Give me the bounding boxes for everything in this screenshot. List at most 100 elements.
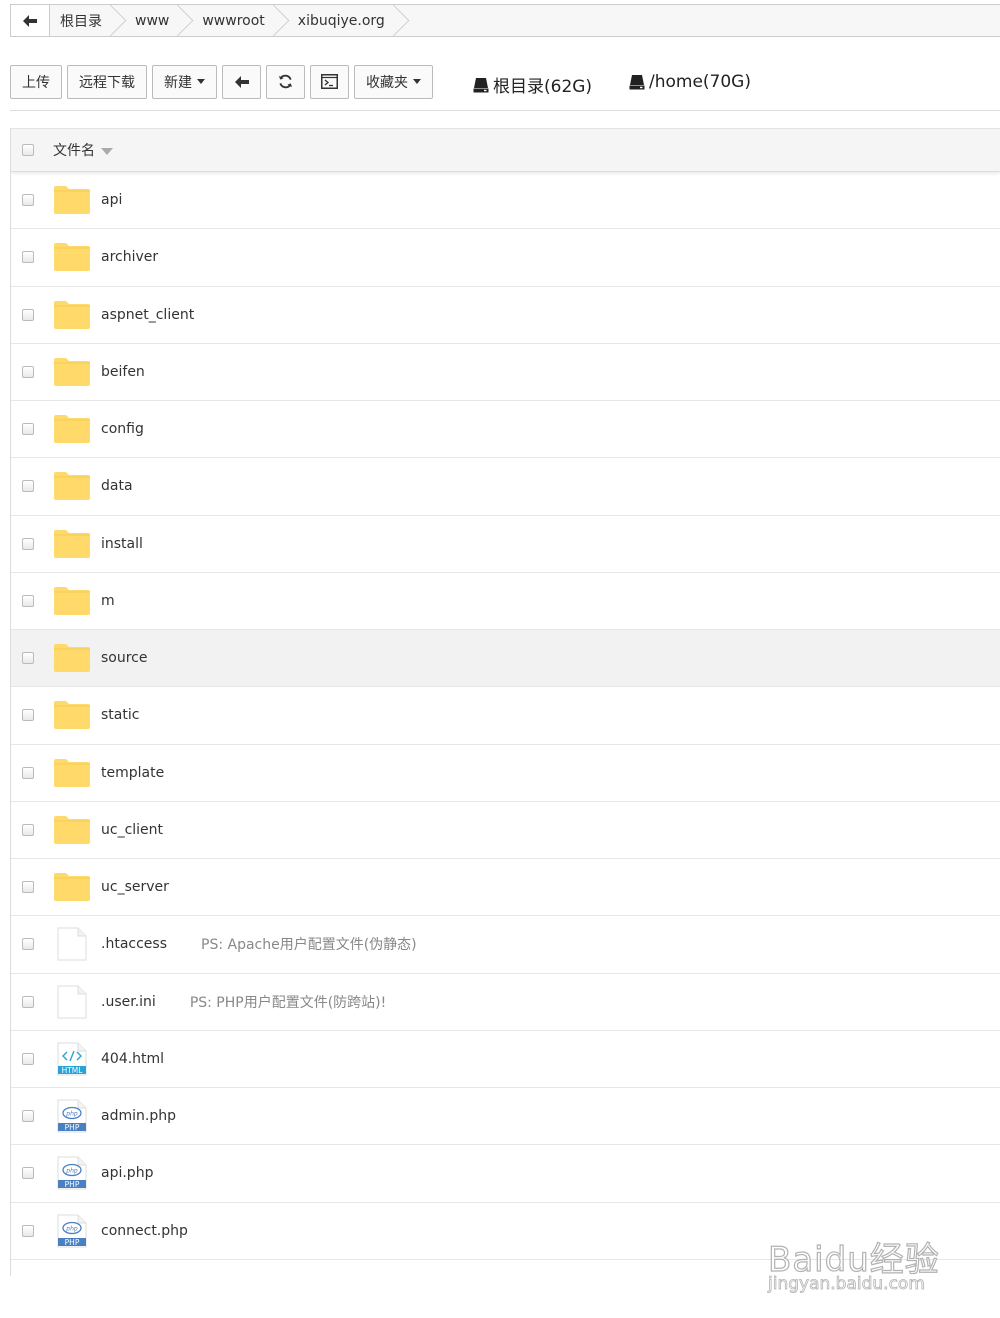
table-row[interactable]: api (11, 172, 1000, 230)
table-row[interactable]: source (11, 630, 1000, 688)
breadcrumb-item-site[interactable]: xibuqiye.org (276, 5, 397, 36)
hard-drive-icon (629, 75, 645, 90)
select-all-checkbox[interactable] (22, 144, 34, 156)
folder-icon (53, 698, 91, 732)
disk-root[interactable]: 根目录(62G) (473, 72, 592, 97)
caret-down-icon (197, 79, 205, 84)
table-row[interactable]: template (11, 745, 1000, 802)
file-name[interactable]: install (101, 536, 143, 552)
html-file-icon: HTML (53, 1042, 91, 1076)
file-name[interactable]: 404.html (101, 1051, 164, 1067)
svg-text:PHP: PHP (65, 1237, 80, 1246)
breadcrumb-item-root[interactable]: 根目录 (50, 5, 114, 36)
folder-icon (53, 183, 91, 217)
file-name[interactable]: source (101, 650, 148, 666)
table-row[interactable]: static (11, 687, 1000, 745)
column-header-filename[interactable]: 文件名 (53, 140, 113, 160)
favorites-dropdown-button[interactable]: 收藏夹 (354, 64, 433, 99)
row-checkbox[interactable] (22, 938, 34, 951)
php-file-icon: php PHP (53, 1214, 91, 1248)
refresh-icon (278, 74, 293, 89)
file-table: 文件名 api archiver aspnet_clientbeifen config… (10, 128, 1000, 1276)
file-name[interactable]: .user.ini (101, 994, 156, 1010)
row-checkbox[interactable] (22, 766, 34, 779)
row-checkbox[interactable] (22, 308, 34, 321)
row-checkbox[interactable] (22, 365, 34, 378)
row-checkbox[interactable] (22, 881, 34, 894)
file-name[interactable]: data (101, 478, 133, 494)
upload-button[interactable]: 上传 (10, 64, 62, 99)
table-row[interactable]: aspnet_client (11, 287, 1000, 344)
table-row[interactable]: uc_server (11, 859, 1000, 917)
file-name[interactable]: admin.php (101, 1108, 176, 1124)
file-note: PS: PHP用户配置文件(防跨站)! (189, 994, 387, 1011)
file-name[interactable]: .htaccess (101, 936, 167, 952)
row-checkbox[interactable] (22, 1110, 34, 1123)
disk-home[interactable]: /home(70G) (629, 72, 751, 92)
row-checkbox[interactable] (22, 1167, 34, 1180)
terminal-button[interactable] (310, 64, 349, 99)
arrow-left-icon (23, 14, 37, 27)
file-name[interactable]: api (101, 192, 122, 208)
table-row[interactable]: php PHP api.php (11, 1145, 1000, 1203)
breadcrumb-item-wwwroot[interactable]: wwwroot (181, 5, 277, 36)
row-checkbox[interactable] (22, 537, 34, 550)
folder-icon (53, 355, 91, 389)
row-checkbox[interactable] (22, 652, 34, 665)
folder-icon (53, 527, 91, 561)
file-name[interactable]: beifen (101, 364, 145, 380)
svg-text:php: php (65, 1111, 78, 1118)
row-checkbox[interactable] (22, 709, 34, 722)
table-header: 文件名 (11, 128, 1000, 172)
row-checkbox[interactable] (22, 251, 34, 264)
svg-text:PHP: PHP (65, 1123, 80, 1132)
row-checkbox[interactable] (22, 423, 34, 436)
table-row[interactable]: beifen (11, 344, 1000, 401)
file-name[interactable]: api.php (101, 1165, 153, 1181)
row-checkbox[interactable] (22, 480, 34, 493)
file-name[interactable]: uc_server (101, 879, 169, 895)
toolbar-divider (10, 110, 1000, 111)
row-checkbox[interactable] (22, 995, 34, 1008)
file-name[interactable]: m (101, 593, 115, 609)
new-dropdown-button[interactable]: 新建 (152, 64, 217, 99)
file-icon (53, 927, 91, 961)
table-row[interactable]: m (11, 573, 1000, 630)
row-checkbox[interactable] (22, 1224, 34, 1237)
folder-icon (53, 641, 91, 675)
table-row[interactable]: .htaccess PS: Apache用户配置文件(伪静态) (11, 916, 1000, 974)
row-checkbox[interactable] (22, 194, 34, 207)
folder-icon (53, 813, 91, 847)
table-row[interactable]: config (11, 401, 1000, 459)
breadcrumb: 根目录 www wwwroot xibuqiye.org (10, 4, 1000, 37)
remote-download-button[interactable]: 远程下载 (67, 64, 147, 99)
table-row[interactable]: php PHP admin.php (11, 1088, 1000, 1146)
table-body: api archiver aspnet_clientbeifen config data… (11, 172, 1000, 1260)
file-name[interactable]: aspnet_client (101, 307, 194, 323)
file-name[interactable]: config (101, 421, 144, 437)
refresh-button[interactable] (266, 64, 305, 99)
back-icon (234, 75, 249, 88)
table-row[interactable]: HTML 404.html (11, 1031, 1000, 1088)
php-file-icon: php PHP (53, 1156, 91, 1190)
table-row[interactable]: install (11, 516, 1000, 573)
file-name[interactable]: uc_client (101, 822, 163, 838)
table-row[interactable]: uc_client (11, 802, 1000, 859)
row-checkbox[interactable] (22, 594, 34, 607)
file-note: PS: Apache用户配置文件(伪静态) (201, 937, 417, 954)
back-button[interactable] (222, 64, 261, 99)
breadcrumb-back-button[interactable] (11, 5, 50, 36)
file-name[interactable]: archiver (101, 249, 158, 265)
file-name[interactable]: template (101, 765, 164, 781)
table-row[interactable]: data (11, 458, 1000, 516)
file-name[interactable]: connect.php (101, 1223, 188, 1239)
row-checkbox[interactable] (22, 1052, 34, 1065)
folder-icon (53, 584, 91, 618)
table-row[interactable]: archiver (11, 229, 1000, 287)
row-checkbox[interactable] (22, 823, 34, 836)
file-name[interactable]: static (101, 707, 139, 723)
folder-icon (53, 412, 91, 446)
table-row[interactable]: .user.ini PS: PHP用户配置文件(防跨站)! (11, 974, 1000, 1031)
file-icon (53, 985, 91, 1019)
sort-down-icon (101, 147, 113, 155)
